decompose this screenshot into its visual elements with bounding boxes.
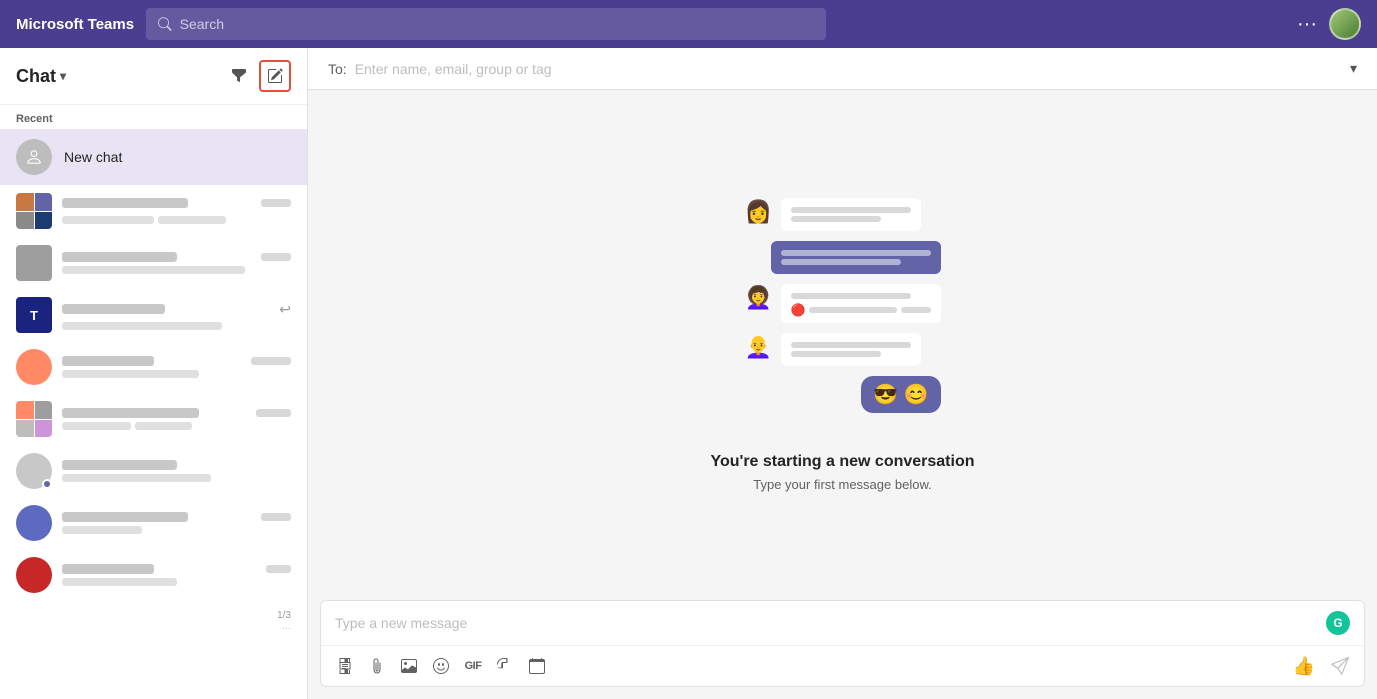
avatar — [16, 401, 52, 437]
chat-content — [62, 356, 291, 378]
format-button[interactable] — [331, 652, 359, 680]
avatar — [16, 557, 52, 593]
new-chat-avatar — [16, 139, 52, 175]
to-label: To: — [328, 61, 347, 77]
recent-label: Recent — [0, 105, 307, 129]
list-item[interactable] — [0, 341, 307, 393]
schedule-icon — [529, 658, 545, 674]
msg-row-4: 👩‍🦲 — [745, 333, 941, 366]
chat-main: 👩 👩‍🦱 — [308, 90, 1377, 600]
chat-title: Chat ▾ — [16, 66, 66, 87]
chat-content: ↩ — [62, 301, 291, 330]
like-button[interactable]: 👍 — [1290, 652, 1318, 680]
search-icon — [158, 17, 172, 31]
list-item[interactable] — [0, 445, 307, 497]
main-layout: Chat ▾ Recent — [0, 48, 1377, 699]
emoji-icon — [433, 658, 449, 674]
search-input[interactable] — [180, 16, 814, 32]
msg-row-2 — [745, 241, 941, 274]
compose-toolbar: GIF 👍 — [321, 645, 1364, 686]
msg-row-3: 👩‍🦱 🔴 — [745, 284, 941, 323]
attach-button[interactable] — [363, 652, 391, 680]
list-item[interactable] — [0, 393, 307, 445]
compose-icon — [267, 68, 283, 84]
sticker-icon — [497, 658, 513, 674]
conversation-title: You're starting a new conversation — [710, 453, 974, 471]
recipient-input[interactable] — [355, 61, 1342, 77]
grammarly-button[interactable]: G — [1326, 611, 1350, 635]
list-item[interactable] — [0, 497, 307, 549]
chat-content — [62, 512, 291, 534]
top-bar-right: ··· — [1297, 8, 1361, 40]
list-item[interactable] — [0, 185, 307, 237]
reply-indicator: ↩ — [279, 301, 291, 318]
msg-reaction: 😎 😊 — [861, 376, 940, 413]
online-dot — [42, 479, 52, 489]
gif-button[interactable]: GIF — [459, 652, 487, 680]
person-icon — [25, 148, 43, 166]
filter-icon — [231, 68, 247, 84]
msg-avatar-3: 👩‍🦱 — [745, 284, 773, 312]
msg-avatar-1: 👩 — [745, 198, 773, 226]
send-icon — [1331, 657, 1349, 675]
new-chat-item[interactable]: New chat — [0, 129, 307, 185]
avatar — [16, 349, 52, 385]
compose-input[interactable] — [335, 615, 1316, 631]
avatar: T — [16, 297, 52, 333]
search-bar[interactable] — [146, 8, 826, 40]
list-item[interactable] — [0, 237, 307, 289]
conversation-illustration: 👩 👩‍🦱 — [745, 198, 941, 413]
chat-content — [62, 198, 291, 224]
chat-area: To: ▾ 👩 — [308, 48, 1377, 699]
conversation-subtitle: Type your first message below. — [710, 477, 974, 492]
list-item[interactable] — [0, 549, 307, 601]
filter-button[interactable] — [223, 60, 255, 92]
emoji-button[interactable] — [427, 652, 455, 680]
chat-content — [62, 408, 291, 430]
msg-bubble-3: 🔴 — [781, 284, 941, 323]
compose-area: G — [320, 600, 1365, 687]
compose-input-row: G — [321, 601, 1364, 645]
msg-avatar-4: 👩‍🦲 — [745, 333, 773, 361]
sidebar: Chat ▾ Recent — [0, 48, 308, 699]
conversation-hint: You're starting a new conversation Type … — [710, 453, 974, 492]
toolbar-right: 👍 — [1290, 652, 1354, 680]
new-chat-label: New chat — [64, 149, 122, 165]
chat-list: T ↩ — [0, 185, 307, 699]
app-title: Microsoft Teams — [16, 16, 134, 33]
to-bar: To: ▾ — [308, 48, 1377, 90]
sidebar-header: Chat ▾ — [0, 48, 307, 105]
image-button[interactable] — [395, 652, 423, 680]
more-options-icon[interactable]: ··· — [1297, 13, 1317, 36]
attach-icon — [369, 658, 385, 674]
msg-row-1: 👩 — [745, 198, 941, 231]
page-indicator: 1/3 ··· — [0, 601, 307, 637]
msg-bubble-1 — [781, 198, 921, 231]
schedule-button[interactable] — [523, 652, 551, 680]
user-avatar[interactable] — [1329, 8, 1361, 40]
avatar — [16, 193, 52, 229]
chat-content — [62, 564, 291, 586]
send-button[interactable] — [1326, 652, 1354, 680]
chat-content — [62, 460, 291, 482]
top-bar: Microsoft Teams ··· — [0, 0, 1377, 48]
image-icon — [401, 658, 417, 674]
compose-button[interactable] — [259, 60, 291, 92]
format-icon — [337, 658, 353, 674]
list-item[interactable]: T ↩ — [0, 289, 307, 341]
to-chevron-icon[interactable]: ▾ — [1350, 60, 1357, 77]
avatar — [16, 245, 52, 281]
chat-title-text: Chat — [16, 66, 56, 87]
msg-bubble-2 — [771, 241, 941, 274]
sticker-button[interactable] — [491, 652, 519, 680]
chat-content — [62, 252, 291, 274]
sidebar-icons — [223, 60, 291, 92]
avatar — [16, 505, 52, 541]
chat-dropdown-arrow[interactable]: ▾ — [60, 69, 66, 83]
msg-bubble-4 — [781, 333, 921, 366]
